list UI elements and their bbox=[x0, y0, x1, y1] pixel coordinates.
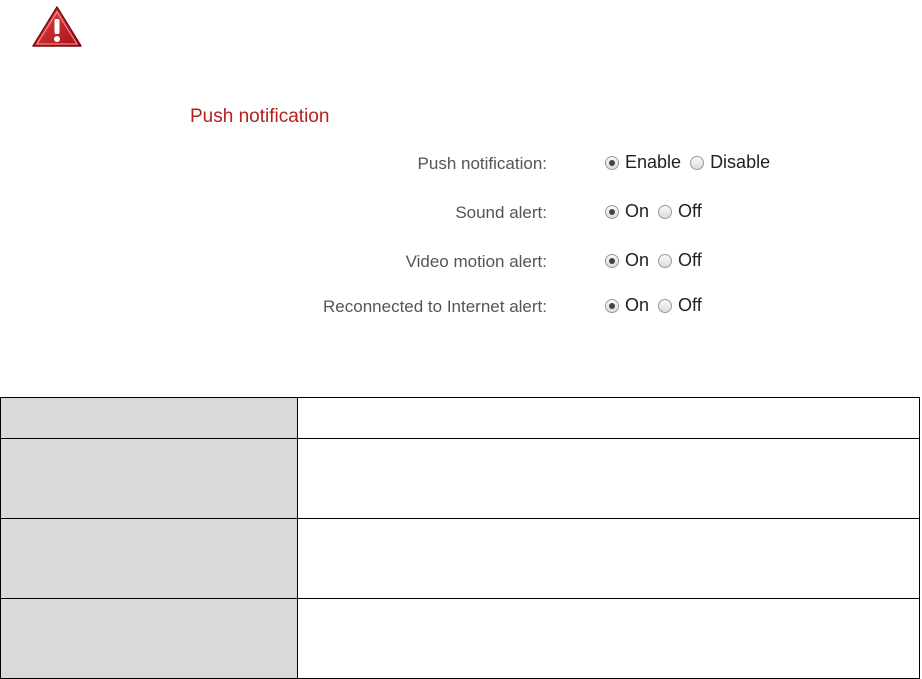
table-value-cell bbox=[297, 397, 920, 439]
radio-button[interactable] bbox=[605, 155, 619, 170]
table-value-cell bbox=[297, 518, 920, 599]
setting-row-push-notification: Push notification: Enable Disable bbox=[0, 150, 922, 180]
radio-group: On Off bbox=[605, 201, 711, 222]
table-row bbox=[0, 598, 920, 679]
radio-option-enable[interactable]: Enable bbox=[605, 152, 681, 173]
radio-button[interactable] bbox=[658, 298, 673, 313]
table-value-cell bbox=[297, 438, 920, 519]
radio-button[interactable] bbox=[658, 204, 673, 219]
table-key-cell bbox=[0, 518, 298, 599]
radio-option-on[interactable]: On bbox=[605, 250, 649, 271]
radio-option-off[interactable]: Off bbox=[658, 295, 702, 316]
radio-button[interactable] bbox=[690, 155, 705, 170]
radio-button[interactable] bbox=[658, 253, 673, 268]
section-title: Push notification bbox=[190, 106, 330, 127]
radio-group: Enable Disable bbox=[605, 152, 779, 173]
setting-row-video-motion-alert: Video motion alert: On Off bbox=[0, 248, 922, 278]
radio-button[interactable] bbox=[605, 204, 619, 219]
radio-option-on[interactable]: On bbox=[605, 201, 649, 222]
setting-row-reconnected-alert: Reconnected to Internet alert: On Off bbox=[0, 293, 922, 323]
setting-label: Reconnected to Internet alert: bbox=[323, 297, 547, 316]
radio-button[interactable] bbox=[605, 298, 619, 313]
radio-option-disable[interactable]: Disable bbox=[690, 152, 770, 173]
radio-option-off[interactable]: Off bbox=[658, 250, 702, 271]
table-key-cell bbox=[0, 438, 298, 519]
setting-label: Sound alert: bbox=[455, 203, 547, 222]
table-key-cell bbox=[0, 397, 298, 439]
radio-button[interactable] bbox=[605, 253, 619, 268]
table-row bbox=[0, 438, 920, 519]
table-row bbox=[0, 518, 920, 599]
warning-icon bbox=[32, 6, 82, 47]
table-row bbox=[0, 397, 920, 439]
table-value-cell bbox=[297, 598, 920, 679]
radio-group: On Off bbox=[605, 250, 711, 271]
table-key-cell bbox=[0, 598, 298, 679]
setting-row-sound-alert: Sound alert: On Off bbox=[0, 199, 922, 229]
description-table bbox=[0, 397, 920, 679]
radio-group: On Off bbox=[605, 295, 711, 316]
setting-label: Push notification: bbox=[417, 154, 547, 173]
radio-option-off[interactable]: Off bbox=[658, 201, 702, 222]
radio-option-on[interactable]: On bbox=[605, 295, 649, 316]
setting-label: Video motion alert: bbox=[405, 252, 547, 271]
